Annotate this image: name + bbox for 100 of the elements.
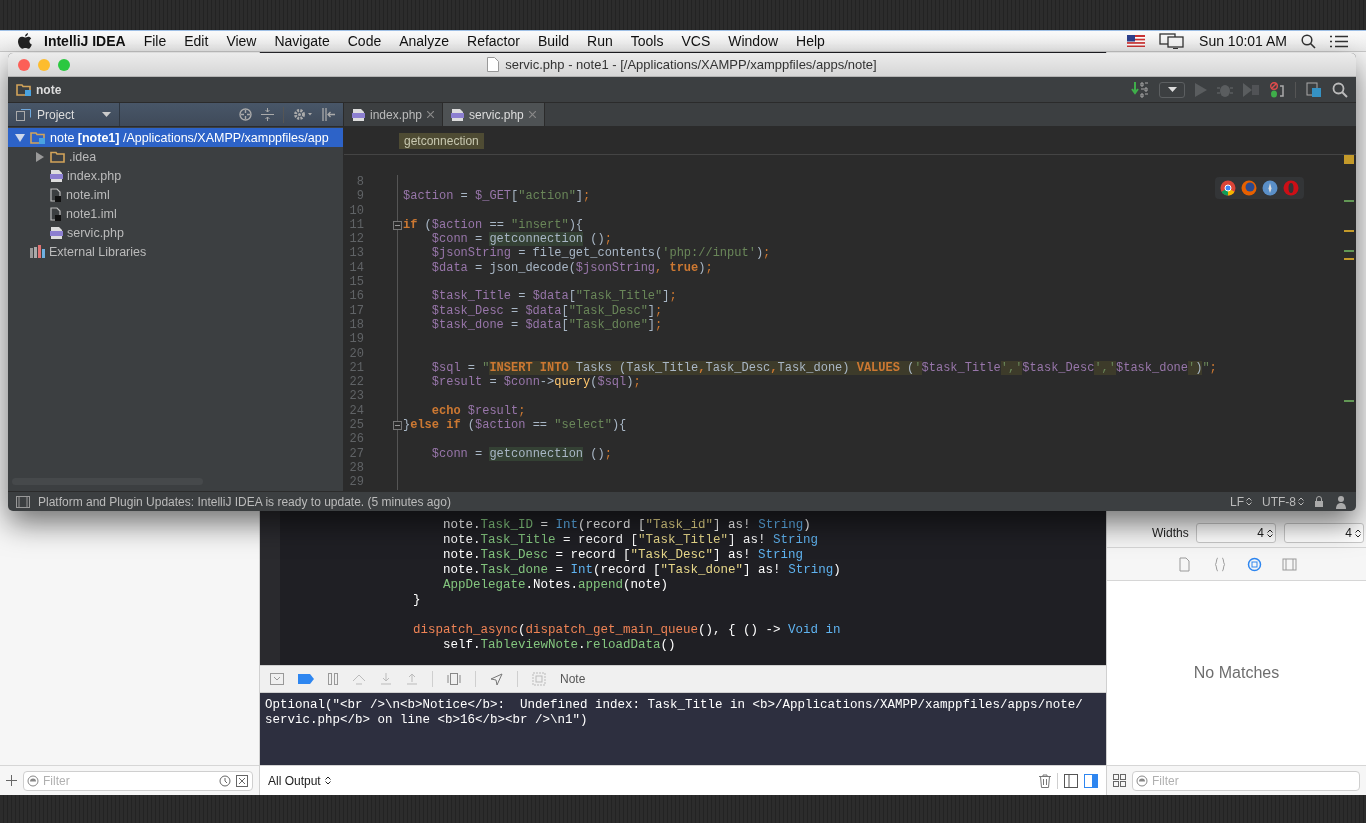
structure-icon[interactable] <box>1306 81 1322 98</box>
scope-icon[interactable] <box>236 774 248 787</box>
filter-field[interactable]: Filter <box>1132 770 1360 791</box>
line-number: 11 <box>348 217 364 233</box>
encoding-selector[interactable]: UTF-8 <box>1262 494 1304 509</box>
tool-windows-icon[interactable] <box>16 495 30 508</box>
grid-icon[interactable] <box>1113 774 1126 787</box>
line-number: 28 <box>348 460 364 476</box>
menu-item[interactable]: VCS <box>672 33 720 49</box>
browser-icon[interactable] <box>1220 180 1236 196</box>
status-message[interactable]: Platform and Plugin Updates: IntelliJ IDEA is ready to update. (5 minutes ago) <box>38 494 451 509</box>
code-line: $action = $_GET["action"]; <box>402 189 591 204</box>
filter-icon <box>1136 774 1148 787</box>
tree-item[interactable]: note [note1] /Applications/XAMPP/xamppfiles/app <box>8 128 343 147</box>
collapse-icon[interactable] <box>261 108 274 121</box>
hide-panel-icon[interactable] <box>270 673 284 685</box>
build-icon[interactable] <box>1131 81 1149 98</box>
menu-item[interactable]: View <box>217 33 266 49</box>
line-number: 12 <box>348 232 364 247</box>
search-icon[interactable] <box>1301 33 1316 49</box>
menu-item[interactable]: Refactor <box>458 33 529 49</box>
project-icon <box>16 108 31 121</box>
menu-item[interactable]: Tools <box>621 33 673 49</box>
hide-icon[interactable] <box>322 108 335 121</box>
menu-item[interactable]: Run <box>578 33 622 49</box>
expanded-arrow-icon[interactable] <box>15 133 25 142</box>
menu-item[interactable]: Edit <box>175 33 218 49</box>
code-line: $data = json_decode($jsonString, true); <box>430 260 713 276</box>
close-button[interactable] <box>18 58 30 71</box>
tree-item[interactable]: servic.php <box>8 223 343 242</box>
line-separator-selector[interactable]: LF <box>1230 494 1252 509</box>
tree-item[interactable]: .idea <box>8 147 343 166</box>
left-pane-icon[interactable] <box>1064 773 1078 788</box>
line-number: 20 <box>348 346 364 361</box>
apple-icon[interactable] <box>18 33 32 49</box>
module-file-icon <box>50 206 62 221</box>
caret-icon <box>102 112 111 117</box>
code-line: dispatch_async(dispatch_get_main_queue(), { () -> Void in <box>413 623 841 637</box>
menu-item[interactable]: Navigate <box>265 33 339 49</box>
menu-item[interactable]: IntelliJ IDEA <box>32 33 135 49</box>
breadcrumb[interactable]: getconnection <box>399 132 484 149</box>
code-line: $task_Title = $data["Task_Title"]; <box>430 289 677 304</box>
stepper-icon <box>1355 528 1361 538</box>
pause-icon[interactable] <box>328 673 338 685</box>
tree-item[interactable]: External Libraries <box>8 242 343 261</box>
media-tab-icon[interactable] <box>1281 556 1297 572</box>
nav-crumb[interactable]: note <box>16 82 62 97</box>
close-icon[interactable] <box>427 111 435 118</box>
search-icon[interactable] <box>1332 81 1348 98</box>
module-folder-icon <box>30 131 46 144</box>
menu-item[interactable]: File <box>134 33 176 49</box>
run-config-dropdown[interactable] <box>1159 81 1185 98</box>
libraries-icon <box>30 245 45 258</box>
line-number: 16 <box>348 289 364 304</box>
object-tab-icon[interactable] <box>1246 556 1262 572</box>
right-pane-icon[interactable] <box>1084 773 1098 788</box>
module-file-icon <box>50 187 62 202</box>
add-icon[interactable] <box>6 775 17 786</box>
menu-item[interactable]: Code <box>338 33 391 49</box>
code-line: $conn = getconnection (); <box>430 446 612 461</box>
stepper-icon <box>1267 528 1273 538</box>
line-number: 9 <box>355 189 364 204</box>
view-hierarchy-icon[interactable] <box>447 673 461 685</box>
collapsed-arrow-icon[interactable] <box>36 151 44 162</box>
line-number: 19 <box>348 332 364 347</box>
tree-item[interactable]: index.php <box>8 166 343 185</box>
browser-icon[interactable] <box>1262 180 1278 196</box>
menu-item[interactable]: Help <box>787 33 834 49</box>
line-number: 21 <box>348 360 364 376</box>
tab-width-field[interactable]: 4 <box>1196 523 1276 543</box>
editor-tab[interactable]: servic.php <box>443 103 545 126</box>
code-line: note.Task_Title = record ["Task_Title"] as! String <box>443 533 819 547</box>
attach-debugger-icon[interactable] <box>1269 81 1285 98</box>
flag-icon[interactable] <box>1127 35 1146 47</box>
displays-icon[interactable] <box>1159 33 1186 49</box>
trash-icon[interactable] <box>1039 773 1051 788</box>
tree-item[interactable]: note.iml <box>8 185 343 204</box>
line-number: 17 <box>348 303 364 318</box>
menu-item[interactable]: Analyze <box>390 33 458 49</box>
breakpoint-icon[interactable] <box>298 674 314 684</box>
fold-icon[interactable] <box>393 220 402 230</box>
gear-icon[interactable] <box>293 108 313 121</box>
clock[interactable]: Sun 10:01 AM <box>1199 33 1287 49</box>
clock-icon[interactable] <box>219 774 231 787</box>
menu-item[interactable]: Window <box>719 33 788 49</box>
line-number: 18 <box>348 317 364 333</box>
fold-icon[interactable] <box>393 420 402 430</box>
menu-item[interactable]: Build <box>528 33 579 49</box>
list-icon[interactable] <box>1330 34 1348 48</box>
lock-icon[interactable] <box>1314 495 1324 508</box>
tree-item[interactable]: note1.iml <box>8 204 343 223</box>
php-file-icon <box>50 168 63 183</box>
filter-field[interactable]: Filter <box>23 770 253 791</box>
locate-icon[interactable] <box>239 108 252 121</box>
inspector-icon[interactable] <box>1334 494 1348 509</box>
location-icon[interactable] <box>490 672 503 686</box>
close-icon[interactable] <box>528 111 536 118</box>
code-line: $jsonString = file_get_contents('php://input'); <box>430 246 771 261</box>
indent-width-field[interactable]: 4 <box>1284 523 1364 543</box>
output-selector[interactable]: All Output <box>268 773 331 788</box>
